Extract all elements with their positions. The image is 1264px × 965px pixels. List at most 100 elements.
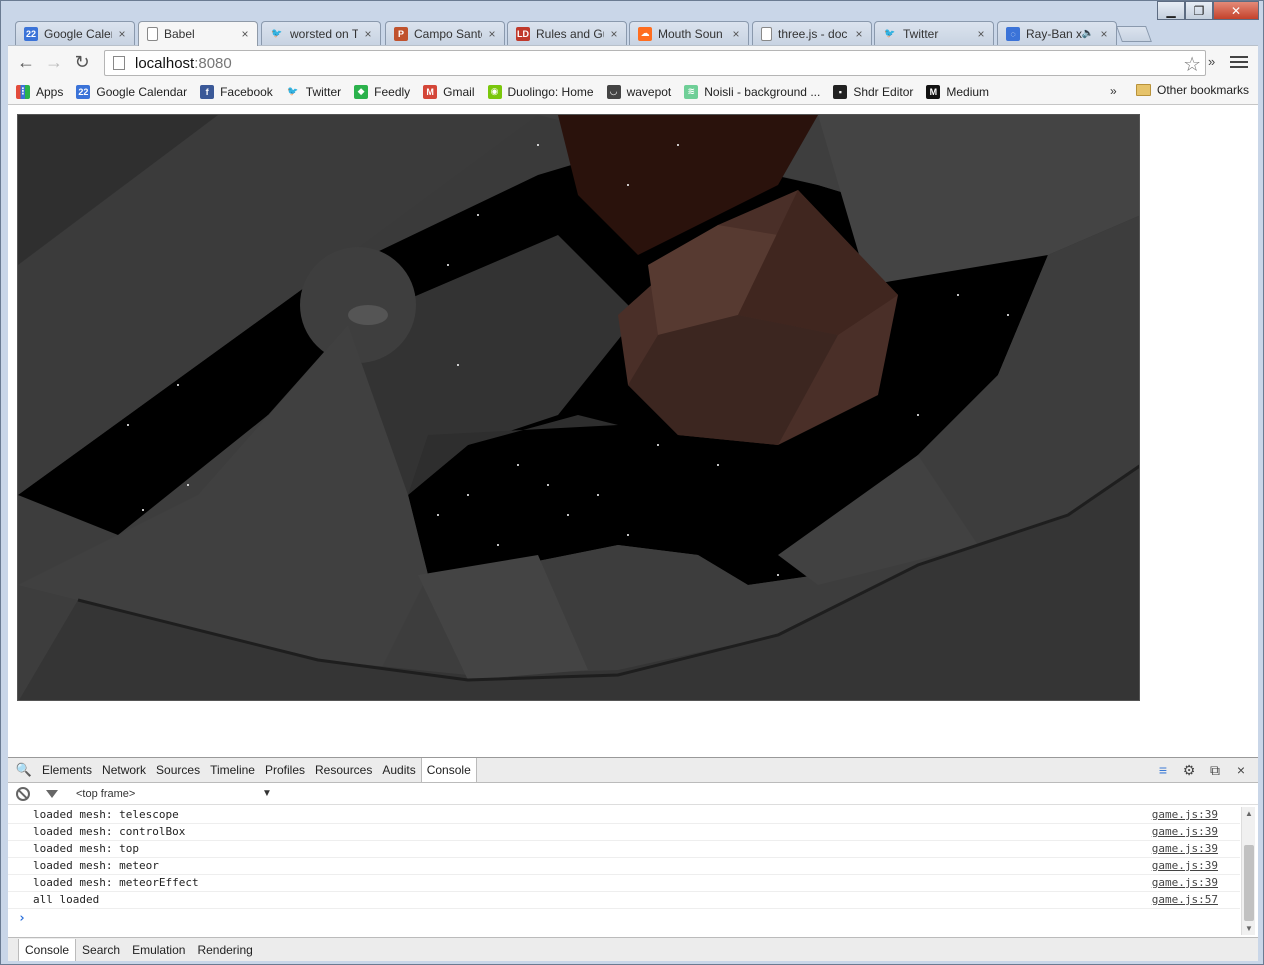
forward-button[interactable]: → [40, 49, 68, 77]
gmail-icon: M [423, 84, 438, 99]
bookmark-item[interactable]: 🐦 Twitter [286, 85, 341, 99]
console-source-link[interactable]: game.js:57 [1152, 892, 1218, 908]
hamburger-menu-icon[interactable] [1230, 53, 1248, 71]
browser-toolbar: ← → ↻ localhost:8080 ☆ » [8, 45, 1258, 79]
address-bar[interactable]: localhost:8080 ☆ [104, 50, 1206, 76]
console-prompt[interactable]: › [18, 911, 26, 926]
console-message-text: loaded mesh: meteorEffect [33, 876, 199, 889]
drawer-tab-emulation[interactable]: Emulation [126, 939, 191, 961]
undock-icon[interactable]: ⧉ [1202, 761, 1228, 779]
console-message-text: loaded mesh: meteor [33, 859, 159, 872]
google-calendar-icon: 22 [76, 84, 91, 99]
other-bookmarks[interactable]: Other bookmarks [1136, 83, 1249, 97]
bookmark-star-icon[interactable]: ☆ [1183, 52, 1201, 77]
bookmark-item[interactable]: 22 Google Calendar [76, 84, 187, 99]
browser-tab[interactable]: three.js - doc × [752, 21, 872, 45]
browser-tab[interactable]: 🐦 worsted on T × [261, 21, 381, 45]
devtools-actions: ≡ ⚙ ⧉ × [1150, 761, 1254, 779]
maximize-button[interactable]: ❐ [1185, 1, 1213, 20]
devtools-tab-sources[interactable]: Sources [151, 758, 205, 782]
extensions-overflow-button[interactable]: » [1208, 54, 1215, 69]
close-tab-icon[interactable]: × [239, 27, 251, 41]
bookmark-item[interactable]: ⋮ Apps [16, 84, 64, 99]
bookmark-label: Medium [946, 84, 990, 99]
browser-tab[interactable]: P Campo Santo × [385, 21, 505, 45]
console-source-link[interactable]: game.js:39 [1152, 807, 1218, 823]
devtools-tab-profiles[interactable]: Profiles [260, 758, 310, 782]
filter-icon[interactable] [46, 789, 58, 798]
forward-arrow-icon: → [45, 52, 63, 72]
devtools-tab-resources[interactable]: Resources [310, 758, 377, 782]
devtools-tab-timeline[interactable]: Timeline [205, 758, 260, 782]
scroll-up-icon[interactable]: ▲ [1245, 809, 1253, 818]
bookmark-label: Facebook [220, 84, 273, 99]
devtools-tab-elements[interactable]: Elements [37, 758, 97, 782]
browser-tab[interactable]: LD Rules and Gu × [507, 21, 627, 45]
drawer-tab-console[interactable]: Console [18, 938, 77, 961]
close-window-button[interactable]: ✕ [1213, 1, 1259, 20]
close-tab-icon[interactable]: × [608, 27, 620, 41]
medium-icon: M [926, 84, 941, 99]
scroll-down-icon[interactable]: ▼ [1245, 924, 1253, 933]
browser-tab[interactable]: 22 Google Calen × [15, 21, 135, 45]
browser-tab[interactable]: 🐦 Twitter × [874, 21, 994, 45]
close-tab-icon[interactable]: × [116, 27, 128, 41]
chevron-down-icon[interactable]: ▼ [262, 788, 272, 799]
drawer-tab-search[interactable]: Search [76, 939, 126, 961]
close-tab-icon[interactable]: × [362, 27, 374, 41]
drawer-tab-rendering[interactable]: Rendering [191, 939, 258, 961]
bookmark-item[interactable]: ◡ wavepot [606, 84, 671, 99]
bookmark-label: Noisli - background ... [704, 84, 821, 99]
devtools-tabbar: 🔍 Elements Network Sources Timeline Profiles… [8, 758, 1258, 783]
tab-title: Google Calen [44, 26, 112, 41]
close-icon[interactable]: × [1228, 761, 1254, 779]
google-calendar-icon: 22 [24, 26, 38, 41]
console-source-link[interactable]: game.js:39 [1152, 824, 1218, 840]
console-message: all loaded game.js:57 [8, 892, 1240, 909]
close-tab-icon[interactable]: × [730, 27, 742, 41]
twitter-icon: 🐦 [884, 28, 896, 38]
devtools-tab-network[interactable]: Network [97, 758, 151, 782]
devtools-tab-audits[interactable]: Audits [377, 758, 420, 782]
close-tab-icon[interactable]: × [975, 27, 987, 41]
gear-icon[interactable]: ⚙ [1176, 761, 1202, 779]
reload-button[interactable]: ↻ [68, 49, 96, 77]
console-source-link[interactable]: game.js:39 [1152, 858, 1218, 874]
inspect-search-icon[interactable]: 🔍 [11, 758, 37, 782]
console-source-link[interactable]: game.js:39 [1152, 875, 1218, 891]
close-tab-icon[interactable]: × [1098, 27, 1110, 41]
browser-tab[interactable]: ◌ Ray-Ban x 🔈 × [997, 21, 1117, 45]
close-tab-icon[interactable]: × [486, 27, 498, 41]
folder-icon [1136, 84, 1151, 96]
bookmark-item[interactable]: M Medium [926, 84, 990, 99]
console-message-text: all loaded [33, 893, 100, 906]
bookmarks-overflow-button[interactable]: » [1110, 84, 1117, 98]
console-drawer-icon[interactable]: ≡ [1150, 761, 1176, 779]
bookmark-item[interactable]: ≋ Noisli - background ... [684, 84, 821, 99]
bookmark-label: Gmail [443, 84, 475, 99]
devtools-tab-console[interactable]: Console [420, 758, 477, 782]
console-scrollbar[interactable]: ▲ ▼ [1241, 807, 1255, 935]
webgl-canvas[interactable] [17, 114, 1140, 701]
browser-tab[interactable]: ☁ Mouth Soun × [629, 21, 749, 45]
tab-title: Babel [164, 27, 195, 41]
audio-playing-icon[interactable]: 🔈 [1082, 28, 1094, 39]
scrollbar-thumb[interactable] [1244, 845, 1254, 921]
campo-santo-icon: P [394, 26, 408, 41]
close-tab-icon[interactable]: × [853, 27, 865, 41]
bookmark-item[interactable]: ◆ Feedly [354, 84, 411, 99]
other-bookmarks-label: Other bookmarks [1157, 83, 1250, 97]
new-tab-button[interactable] [1116, 26, 1152, 42]
minimize-button[interactable]: ▁ [1157, 1, 1185, 20]
frame-selector[interactable]: <top frame> [76, 788, 262, 800]
browser-tab[interactable]: Babel × [138, 21, 258, 46]
bookmark-item[interactable]: ▪ Shdr Editor [833, 84, 913, 99]
console-source-link[interactable]: game.js:39 [1152, 841, 1218, 857]
back-button[interactable]: ← [12, 49, 40, 77]
bookmark-label: Apps [36, 84, 64, 99]
bookmark-label: Feedly [374, 84, 411, 99]
bookmark-item[interactable]: M Gmail [423, 84, 475, 99]
clear-console-icon[interactable] [16, 786, 30, 801]
bookmark-item[interactable]: ◉ Duolingo: Home [487, 84, 594, 99]
bookmark-item[interactable]: f Facebook [200, 84, 273, 99]
